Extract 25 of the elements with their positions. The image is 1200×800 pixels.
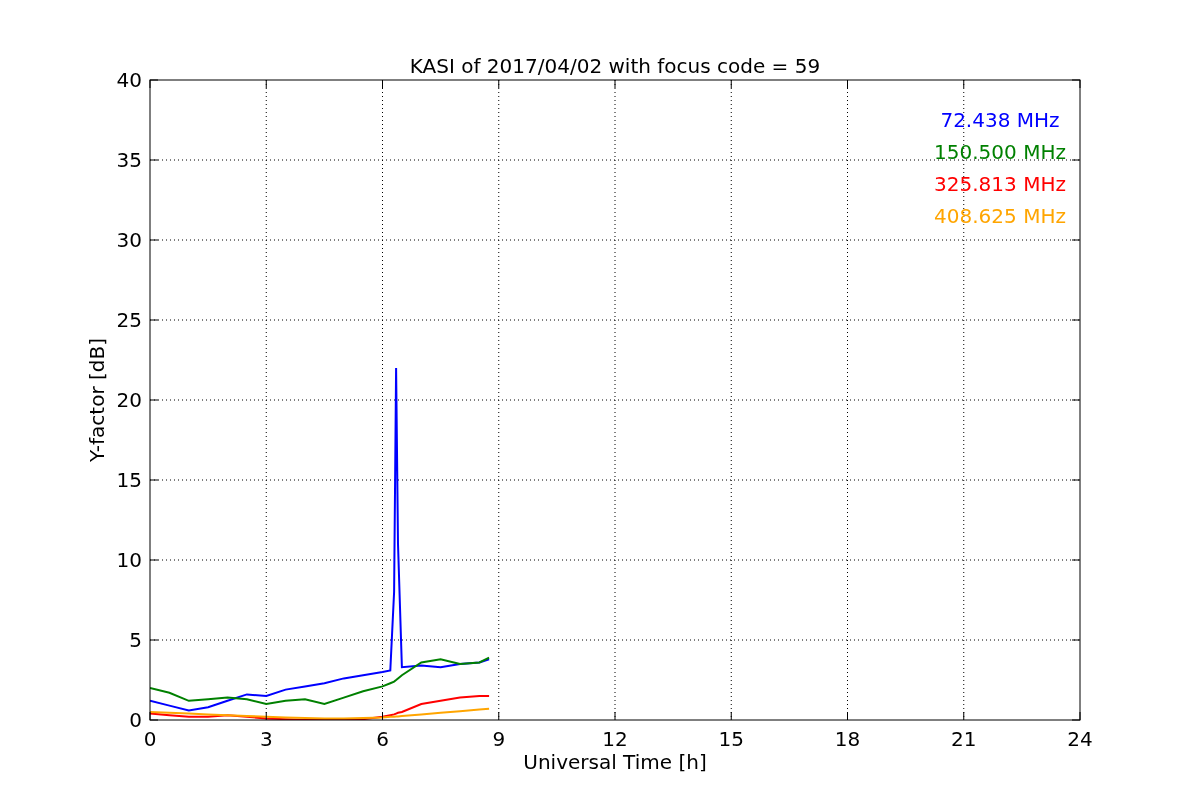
tick-label: 40: [116, 68, 142, 92]
tick-label: 12: [602, 727, 628, 751]
tick-label: 9: [492, 727, 506, 751]
tick-label: 6: [376, 727, 389, 751]
tick-label: 5: [129, 628, 142, 652]
tick-label: 0: [129, 708, 142, 732]
tick-label: 30: [116, 228, 142, 252]
legend-entry: 408.625 MHz: [934, 204, 1066, 228]
tick-label: 21: [951, 727, 977, 751]
tick-label: 15: [718, 727, 744, 751]
chart-title: KASI of 2017/04/02 with focus code = 59: [409, 54, 821, 78]
tick-label: 0: [143, 727, 157, 751]
tick-label: 18: [834, 727, 861, 751]
tick-label: 10: [116, 548, 142, 572]
tick-label: 20: [116, 388, 142, 412]
legend-entry: 72.438 MHz: [940, 108, 1060, 132]
tick-label: 24: [1067, 727, 1093, 751]
tick-label: 35: [116, 148, 142, 172]
y-axis-label: Y-factor [dB]: [85, 338, 109, 462]
tick-label: 15: [116, 468, 142, 492]
x-axis-label: Universal Time [h]: [523, 750, 707, 774]
legend-entry: 150.500 MHz: [934, 140, 1066, 164]
tick-label: 3: [259, 727, 273, 751]
legend-entry: 325.813 MHz: [934, 172, 1066, 196]
tick-label: 25: [116, 308, 142, 332]
